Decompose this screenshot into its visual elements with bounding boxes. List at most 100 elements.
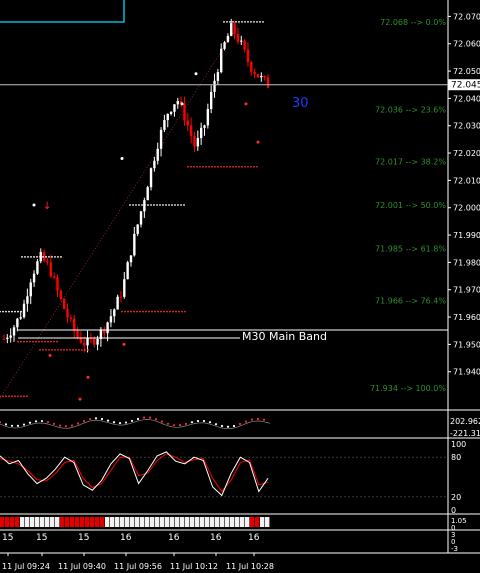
osc1-dot bbox=[82, 419, 86, 423]
level-dot bbox=[217, 165, 219, 168]
level-dot bbox=[8, 395, 10, 398]
level-dot bbox=[220, 165, 222, 168]
fib-level-label: 71.966 --> 76.4% bbox=[375, 297, 446, 306]
top-time-label: 15 bbox=[78, 533, 89, 543]
osc1-dot bbox=[244, 420, 248, 423]
level-dot bbox=[181, 310, 183, 313]
top-time-label: 16 bbox=[120, 533, 132, 543]
level-dot bbox=[133, 310, 135, 313]
osc1-dot bbox=[130, 419, 134, 423]
heat-block bbox=[5, 517, 10, 527]
level-dot bbox=[232, 20, 234, 23]
heat-block bbox=[0, 517, 5, 527]
osc1-dot bbox=[238, 422, 242, 426]
heat-block bbox=[40, 517, 45, 527]
candle-body bbox=[176, 100, 179, 105]
heat-block bbox=[250, 517, 255, 527]
osc1-dot bbox=[70, 424, 74, 427]
level-dot bbox=[232, 165, 234, 168]
time-label: 11 Jul 10:28 bbox=[226, 562, 274, 571]
candle-body bbox=[133, 233, 136, 256]
level-dot bbox=[124, 310, 126, 313]
level-dot bbox=[139, 310, 141, 313]
candle-body bbox=[29, 282, 32, 297]
candle-body bbox=[146, 187, 149, 201]
signal-dot bbox=[194, 72, 198, 76]
candle-body bbox=[153, 160, 156, 169]
level-dot bbox=[180, 204, 182, 206]
level-dot bbox=[51, 256, 53, 258]
heat-block bbox=[105, 517, 110, 527]
osc1-dot bbox=[46, 420, 50, 424]
level-dot bbox=[20, 340, 22, 343]
level-dot bbox=[0, 395, 1, 398]
level-dot bbox=[162, 204, 164, 206]
osc1-dot bbox=[184, 422, 188, 425]
level-dot bbox=[144, 204, 146, 206]
level-dot bbox=[60, 256, 62, 258]
level-dot bbox=[145, 310, 147, 313]
osc1-dot bbox=[0, 420, 2, 424]
level-dot bbox=[132, 204, 134, 206]
level-dot bbox=[153, 204, 155, 206]
heat-block bbox=[150, 517, 155, 527]
level-dot bbox=[87, 348, 89, 351]
candle-body bbox=[166, 113, 169, 121]
price-tick-label: 71.960 bbox=[453, 313, 480, 322]
candle-body bbox=[246, 49, 250, 63]
heat-block bbox=[215, 517, 220, 527]
level-dot bbox=[66, 348, 68, 351]
heat-block bbox=[65, 517, 70, 527]
level-dot bbox=[57, 348, 59, 351]
candle-body bbox=[139, 211, 143, 225]
level-dot bbox=[54, 348, 56, 351]
osc1-dot bbox=[34, 420, 38, 423]
level-dot bbox=[235, 165, 237, 168]
candle-body bbox=[62, 298, 66, 310]
candle-body bbox=[209, 91, 213, 110]
candle-body bbox=[250, 62, 253, 72]
heat-block bbox=[60, 517, 65, 527]
osc1-line bbox=[0, 419, 271, 430]
osc1-dot bbox=[106, 419, 110, 422]
osc1-dot bbox=[226, 425, 230, 428]
level-dot bbox=[45, 348, 47, 351]
level-dot bbox=[250, 165, 252, 168]
level-dot bbox=[48, 348, 50, 351]
level-dot bbox=[244, 165, 246, 168]
level-dot bbox=[244, 20, 246, 23]
level-dot bbox=[253, 165, 255, 168]
level-dot bbox=[135, 204, 137, 206]
heat-block bbox=[85, 517, 90, 527]
level-dot bbox=[29, 340, 31, 343]
signal-dot bbox=[48, 353, 52, 357]
candle-body bbox=[163, 120, 166, 130]
level-dot bbox=[151, 310, 153, 313]
osc1-dot bbox=[208, 421, 212, 424]
candle-body bbox=[216, 72, 220, 81]
level-dot bbox=[130, 310, 132, 313]
level-dot bbox=[75, 348, 77, 351]
candle-body bbox=[113, 309, 116, 317]
level-dot bbox=[33, 256, 35, 258]
band-label: M30 Main Band bbox=[242, 330, 327, 343]
candle-body bbox=[116, 296, 119, 310]
level-dot bbox=[177, 204, 179, 206]
candle-body bbox=[199, 127, 203, 139]
osc1-dot bbox=[136, 417, 140, 421]
candle-body bbox=[96, 339, 99, 345]
level-dot bbox=[150, 204, 152, 206]
candle-body bbox=[49, 262, 52, 277]
osc1-dot bbox=[22, 423, 26, 426]
heat-block bbox=[235, 517, 240, 527]
level-dot bbox=[30, 256, 32, 258]
level-dot bbox=[229, 165, 231, 168]
heat-block bbox=[10, 517, 15, 527]
candle-body bbox=[76, 330, 79, 338]
osc1-dot bbox=[172, 424, 176, 427]
candle-body bbox=[36, 261, 39, 274]
heat-block bbox=[210, 517, 215, 527]
candle-body bbox=[12, 327, 16, 336]
mtf-line-path bbox=[0, 0, 125, 23]
level-dot bbox=[208, 165, 210, 168]
